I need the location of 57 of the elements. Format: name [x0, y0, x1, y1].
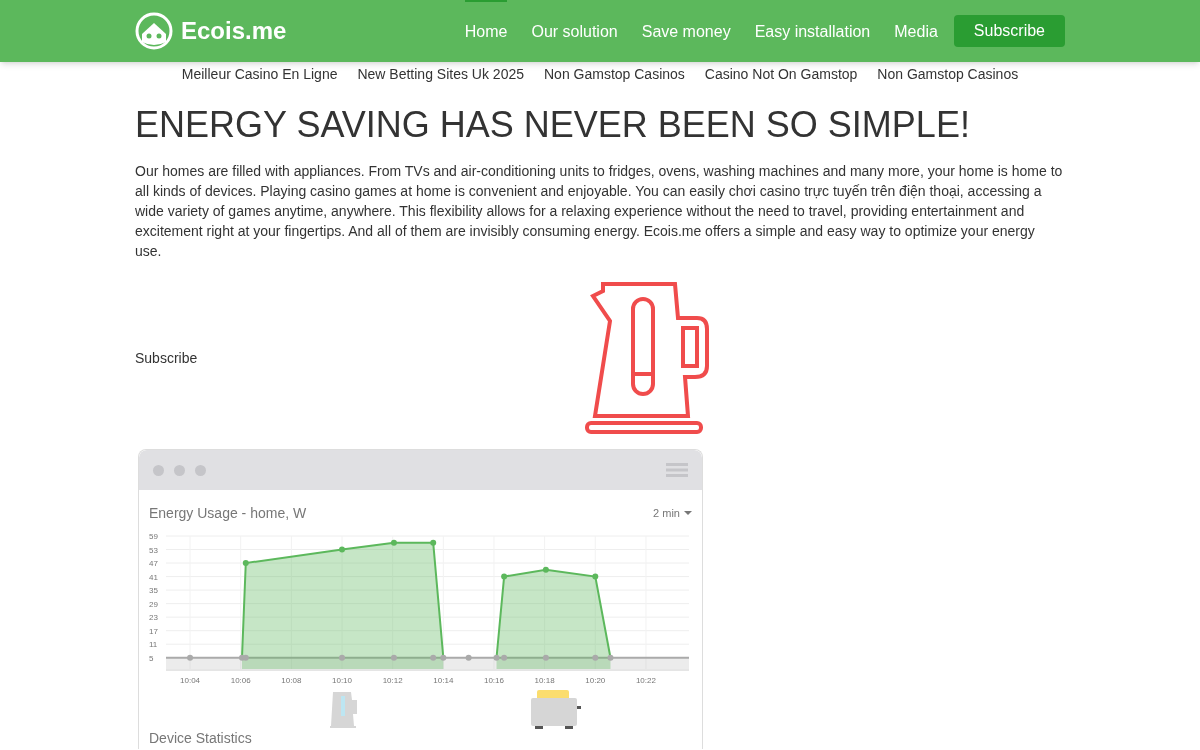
chart-title: Energy Usage - home, W	[149, 504, 307, 523]
data-point	[465, 654, 472, 661]
logo-text[interactable]: Ecois.me	[181, 13, 287, 49]
data-point	[187, 654, 194, 661]
data-point	[440, 654, 447, 661]
text-link[interactable]: Non Gamstop Casinos	[877, 64, 1019, 84]
y-tick-label: 47	[149, 559, 158, 569]
data-point	[607, 654, 614, 661]
y-tick-label: 59	[149, 532, 158, 541]
nav-link[interactable]: Home	[464, 0, 508, 62]
data-point	[542, 654, 549, 661]
y-tick-label: 17	[149, 626, 158, 636]
x-tick-label: 10:16	[483, 676, 504, 685]
range-dropdown[interactable]: 2 min	[653, 505, 692, 522]
x-tick-label: 10:10	[332, 676, 353, 685]
page-heading: ENERGY SAVING HAS NEVER BEEN SO SIMPLE!	[135, 103, 971, 147]
nav-link[interactable]: Media	[894, 0, 938, 62]
x-tick-label: 10:06	[230, 676, 251, 685]
y-tick-label: 5	[149, 653, 154, 663]
caret-icon	[684, 511, 692, 516]
text-link[interactable]: Meilleur Casino En Ligne	[181, 64, 338, 84]
data-point	[501, 573, 508, 580]
subscribe-button[interactable]: Subscribe	[953, 15, 1065, 47]
y-tick-label: 23	[149, 613, 158, 623]
subscribe-text[interactable]: Subscribe	[135, 347, 585, 369]
data-point	[390, 539, 397, 546]
text-link[interactable]: Non Gamstop Casinos	[544, 64, 685, 84]
nav-link[interactable]: Our solution	[531, 0, 618, 62]
x-tick-label: 10:22	[635, 676, 656, 685]
nav-link[interactable]: Easy installation	[754, 0, 871, 62]
text-link[interactable]: New Betting Sites Uk 2025	[357, 64, 524, 84]
x-tick-label: 10:12	[382, 676, 403, 685]
y-tick-label: 11	[149, 640, 158, 650]
nav-link[interactable]: Save money	[641, 0, 731, 62]
logo-icon	[135, 12, 173, 50]
y-tick-label: 35	[149, 586, 158, 596]
x-tick-label: 10:18	[534, 676, 555, 685]
data-point	[592, 654, 599, 661]
x-tick-label: 10:14	[433, 676, 454, 685]
menu-icon[interactable]	[666, 463, 688, 477]
data-point	[430, 654, 437, 661]
section-heading: Device Statistics	[148, 730, 253, 746]
x-tick-label: 10:04	[180, 676, 201, 685]
x-tick-label: 10:08	[281, 676, 302, 685]
data-point	[390, 654, 397, 661]
data-point	[542, 566, 549, 573]
y-tick-label: 41	[149, 572, 158, 582]
data-point	[592, 573, 599, 580]
text-link[interactable]: Casino Not On Gamstop	[704, 64, 858, 84]
x-tick-label: 10:20	[585, 676, 606, 685]
data-point	[242, 560, 249, 567]
data-point	[339, 654, 345, 661]
data-point	[430, 539, 437, 546]
intro-paragraph: Our homes are filled with appliances. From TVs and air-conditioning units to fridges, ovens, washing machines and many more, your home is home to all kinds of devices. Playing casino games at home is convenient and enjoyable. You can easily chơi casino trực tuyến trên điện thoại, accessing a wide variety of games anytime, anywhere. This flexibility allows for a relaxing experience without the need to travel, providing entertainment and excitement right at your fingertips. And all of them are invisibly consuming energy. Ecois.me offers a simple and easy way to optimize your energy use.	[135, 162, 1064, 261]
data-point	[339, 546, 345, 553]
y-tick-label: 53	[149, 545, 158, 555]
y-tick-label: 29	[149, 599, 158, 609]
